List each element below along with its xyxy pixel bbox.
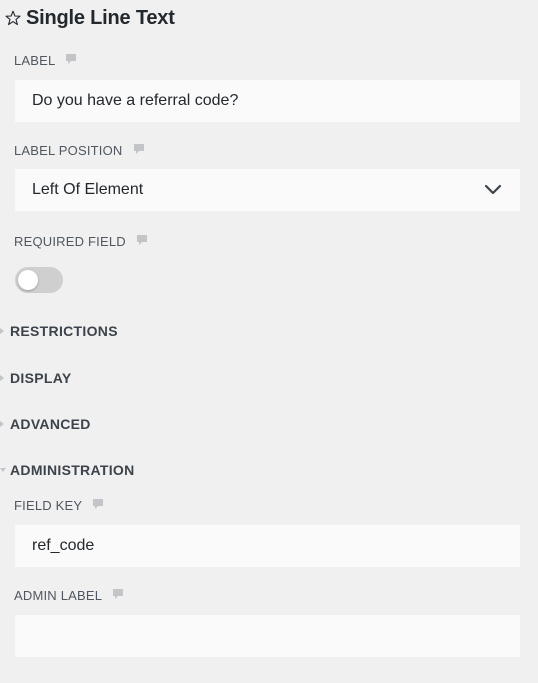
label-position-label-text: LABEL POSITION xyxy=(14,142,123,158)
caret-right-icon xyxy=(0,420,6,428)
section-administration[interactable]: ADMINISTRATION xyxy=(0,460,135,480)
caret-right-icon xyxy=(0,327,6,335)
required-field-label-text: REQUIRED FIELD xyxy=(14,233,126,249)
field-settings-panel: Single Line Text LABEL Do you have a ref… xyxy=(0,0,538,683)
help-comment-icon[interactable] xyxy=(112,588,126,602)
panel-header: Single Line Text xyxy=(4,4,175,32)
field-key-input[interactable]: ref_code xyxy=(14,524,521,568)
section-advanced[interactable]: ADVANCED xyxy=(0,414,91,434)
label-input[interactable]: Do you have a referral code? xyxy=(14,79,521,123)
section-restrictions-label: RESTRICTIONS xyxy=(10,323,118,339)
field-key-label: FIELD KEY xyxy=(14,496,106,514)
admin-label-label-text: ADMIN LABEL xyxy=(14,587,103,603)
required-field-toggle[interactable] xyxy=(15,267,63,293)
help-comment-icon[interactable] xyxy=(136,234,150,248)
help-comment-icon[interactable] xyxy=(65,53,79,67)
page-title: Single Line Text xyxy=(26,6,175,29)
section-administration-label: ADMINISTRATION xyxy=(10,462,135,478)
help-comment-icon[interactable] xyxy=(92,498,106,512)
star-icon[interactable] xyxy=(4,9,22,27)
section-restrictions[interactable]: RESTRICTIONS xyxy=(0,321,118,341)
label-position-selected-value: Left Of Element xyxy=(32,181,144,198)
required-field-label: REQUIRED FIELD xyxy=(14,232,150,250)
label-position-label: LABEL POSITION xyxy=(14,141,147,159)
section-advanced-label: ADVANCED xyxy=(10,416,91,432)
section-display-label: DISPLAY xyxy=(10,370,72,386)
field-key-label-text: FIELD KEY xyxy=(14,497,83,513)
label-position-select[interactable]: Left Of Element xyxy=(14,168,521,212)
admin-label-input[interactable] xyxy=(14,614,521,658)
chevron-down-icon xyxy=(484,184,502,196)
toggle-knob xyxy=(18,270,38,290)
admin-label-label: ADMIN LABEL xyxy=(14,586,126,604)
label-field-label: LABEL xyxy=(14,51,79,69)
caret-down-icon xyxy=(0,466,6,474)
label-field-label-text: LABEL xyxy=(14,52,56,68)
caret-right-icon xyxy=(0,374,6,382)
help-comment-icon[interactable] xyxy=(133,143,147,157)
section-display[interactable]: DISPLAY xyxy=(0,368,72,388)
